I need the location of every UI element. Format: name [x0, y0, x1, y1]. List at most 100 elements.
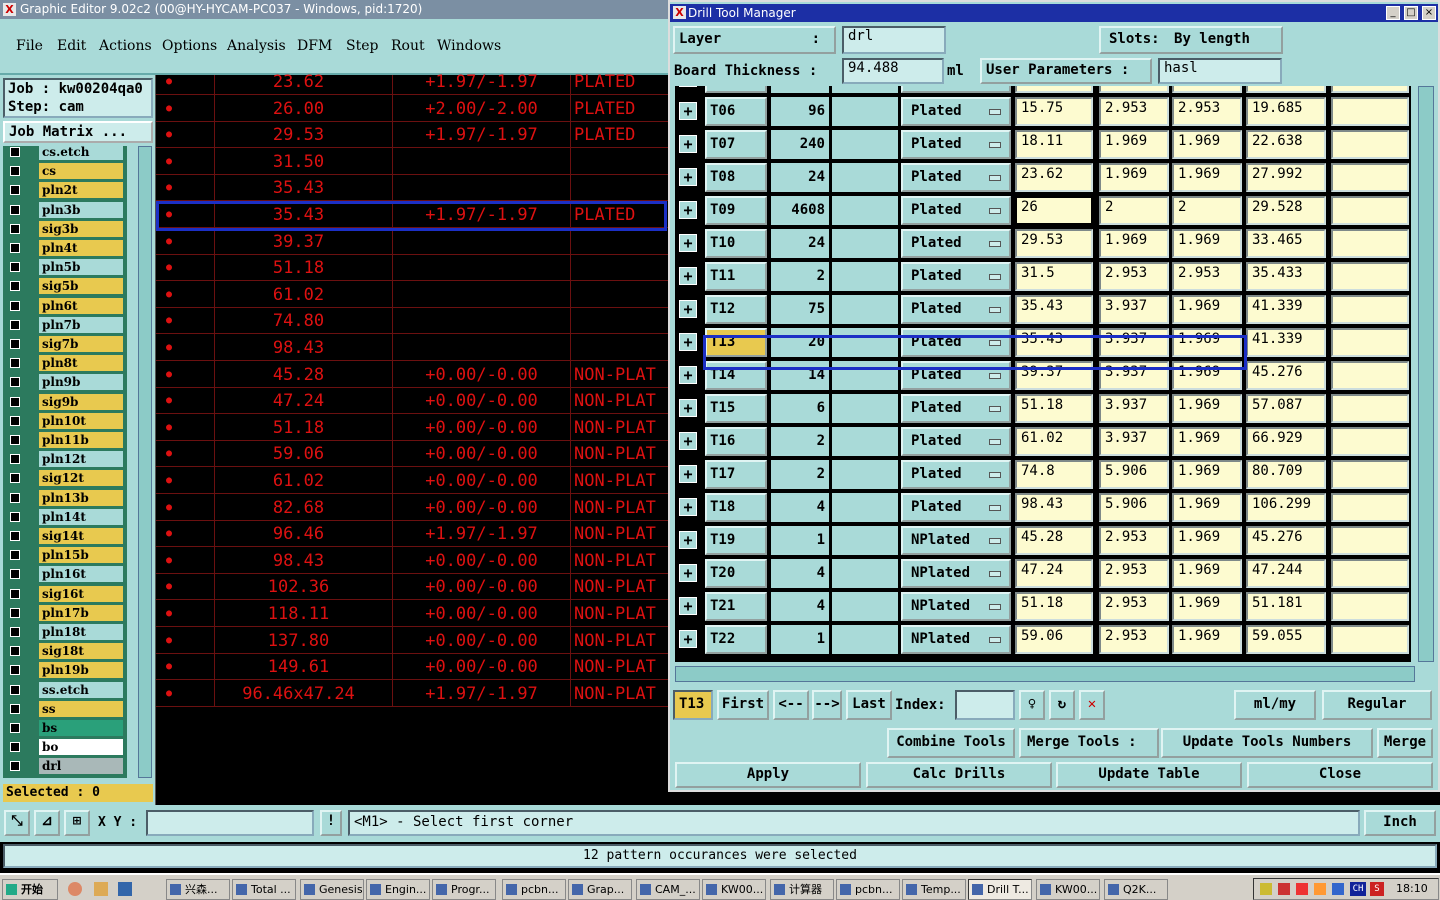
layer-row[interactable]: pln16t [3, 565, 127, 583]
tool-value-field[interactable]: 47.24 [1015, 559, 1093, 588]
layer-row[interactable]: pln3b [3, 201, 127, 219]
tool-name[interactable]: T22 [705, 625, 767, 654]
layer-name[interactable]: pln4t [39, 240, 123, 256]
taskbar-button[interactable]: Engin... [366, 879, 430, 900]
tool-value-field[interactable] [1099, 86, 1169, 93]
taskbar-button[interactable]: Grap... [568, 879, 632, 900]
tool-value-field[interactable] [1331, 526, 1409, 555]
layer-checkbox[interactable] [10, 300, 20, 311]
menu-windows[interactable]: Windows [437, 38, 501, 54]
layer-name[interactable]: pln2t [39, 182, 123, 199]
layer-name[interactable]: pln11b [39, 432, 123, 448]
layer-checkbox[interactable] [10, 319, 20, 330]
tool-type-select[interactable]: Plated [901, 460, 1011, 489]
tool-value-field[interactable]: 2.953 [1099, 97, 1169, 126]
tool-value-field[interactable]: 1.969 [1172, 460, 1242, 489]
info-icon[interactable]: ! [320, 810, 342, 836]
tool-value-field[interactable]: 2 [1172, 196, 1242, 225]
expand-icon[interactable]: + [679, 86, 697, 87]
layer-name[interactable]: pln12t [39, 451, 123, 468]
tool-value-field[interactable]: 2.953 [1172, 97, 1242, 126]
tool-value-field[interactable]: 3.937 [1099, 427, 1169, 456]
menu-rout[interactable]: Rout [391, 38, 425, 54]
layer-row[interactable]: pln14t [3, 508, 127, 526]
close-icon[interactable]: × [1422, 6, 1436, 20]
layer-checkbox[interactable] [10, 569, 20, 580]
layer-name[interactable]: pln5b [39, 259, 123, 276]
layer-name[interactable]: sig9b [39, 393, 123, 410]
layer-name[interactable]: pln6t [39, 297, 123, 314]
clear-icon[interactable]: ✕ [1079, 690, 1105, 720]
expand-icon[interactable]: + [679, 498, 697, 516]
tool-value-field[interactable] [1331, 86, 1409, 93]
layer-checkbox[interactable] [10, 492, 20, 503]
layer-row[interactable]: pln6t [3, 297, 127, 315]
layer-name[interactable]: sig12t [39, 470, 123, 487]
table-vertical-scrollbar[interactable] [1418, 86, 1434, 662]
layer-name[interactable]: bs [39, 720, 123, 736]
tool-type-select[interactable]: Plated [901, 493, 1011, 522]
tool-name[interactable]: T11 [705, 262, 767, 291]
layer-checkbox[interactable] [10, 339, 20, 349]
layer-checkbox[interactable] [10, 550, 20, 561]
layer-row[interactable]: ss.etch [3, 681, 127, 699]
tool-value-field[interactable]: 1.969 [1172, 394, 1242, 423]
tool-type-select[interactable]: Plated [901, 86, 1011, 93]
tool-value-field[interactable]: 2.953 [1099, 262, 1169, 291]
layer-checkbox[interactable] [10, 262, 20, 273]
tray-icon[interactable] [1278, 883, 1290, 895]
apply-button[interactable]: Apply [675, 762, 861, 788]
layer-name[interactable]: sig16t [39, 585, 123, 602]
expand-icon[interactable]: + [679, 531, 697, 549]
tool-name[interactable]: T16 [705, 427, 767, 456]
taskbar-button[interactable]: Q2K... [1104, 879, 1168, 900]
mode-select[interactable]: Regular [1322, 690, 1432, 720]
tool-value-field[interactable] [1331, 361, 1409, 390]
layer-row[interactable]: drl [3, 757, 127, 775]
tool-value-field[interactable]: 18.11 [1015, 130, 1093, 159]
tool-name[interactable]: T20 [705, 559, 767, 588]
refresh-icon[interactable]: ↻ [1049, 690, 1075, 720]
tool-name[interactable]: T05 [705, 86, 767, 93]
expand-icon[interactable]: + [679, 168, 697, 186]
tool-value-field[interactable]: 45.276 [1246, 361, 1326, 390]
last-button[interactable]: Last [846, 690, 892, 720]
tool-value-field[interactable]: 1.969 [1099, 163, 1169, 192]
layer-checkbox[interactable] [10, 281, 20, 292]
tool-value-field[interactable]: 51.18 [1015, 394, 1093, 423]
tool-row[interactable]: + T15 6 Plated 51.18 3.937 1.969 57.087 [675, 392, 1411, 425]
tool-name[interactable]: T09 [705, 196, 767, 225]
layer-row[interactable]: pln12t [3, 450, 127, 468]
tool-row[interactable]: + T08 24 Plated 23.62 1.969 1.969 27.992 [675, 161, 1411, 194]
tool-value-field[interactable]: 2.953 [1172, 262, 1242, 291]
tool-value-field[interactable]: 29.53 [1015, 229, 1093, 258]
taskbar-button[interactable]: Temp... [902, 879, 966, 900]
tool-row[interactable]: + T09 4608 Plated 26 2 2 29.528 [675, 194, 1411, 227]
tool-value-field[interactable]: 51.18 [1015, 592, 1093, 621]
index-field[interactable] [955, 690, 1015, 720]
tool-value-field[interactable] [1172, 86, 1242, 93]
tool-value-field[interactable]: 15.75 [1015, 97, 1093, 126]
expand-icon[interactable]: + [679, 333, 697, 351]
measure-tool-icon[interactable]: ⊿ [34, 810, 60, 836]
tool-name[interactable]: T07 [705, 130, 767, 159]
calendar-icon[interactable] [94, 882, 108, 896]
tool-value-field[interactable]: 80.709 [1246, 460, 1326, 489]
layer-name[interactable]: pln18t [39, 624, 123, 640]
layer-name[interactable]: cs.etch [39, 146, 123, 160]
tool-value-field[interactable]: 1.969 [1172, 559, 1242, 588]
tool-value-field[interactable]: 41.339 [1246, 328, 1326, 357]
expand-icon[interactable]: + [679, 366, 697, 384]
tool-type-select[interactable]: Plated [901, 163, 1011, 192]
tool-type-select[interactable]: Plated [901, 196, 1011, 225]
tool-value-field[interactable] [1331, 229, 1409, 258]
tool-value-field[interactable]: 26 [1015, 196, 1093, 225]
layer-row[interactable]: sig12t [3, 469, 127, 487]
tool-value-field[interactable] [1331, 295, 1409, 324]
tool-row[interactable]: + T16 2 Plated 61.02 3.937 1.969 66.929 [675, 425, 1411, 458]
expand-icon[interactable]: + [679, 432, 697, 450]
tray-icon[interactable] [1260, 883, 1272, 895]
tool-row[interactable]: + T17 2 Plated 74.8 5.906 1.969 80.709 [675, 458, 1411, 491]
update-table-button[interactable]: Update Table [1056, 762, 1242, 788]
taskbar-button[interactable]: 兴森... [166, 879, 230, 900]
